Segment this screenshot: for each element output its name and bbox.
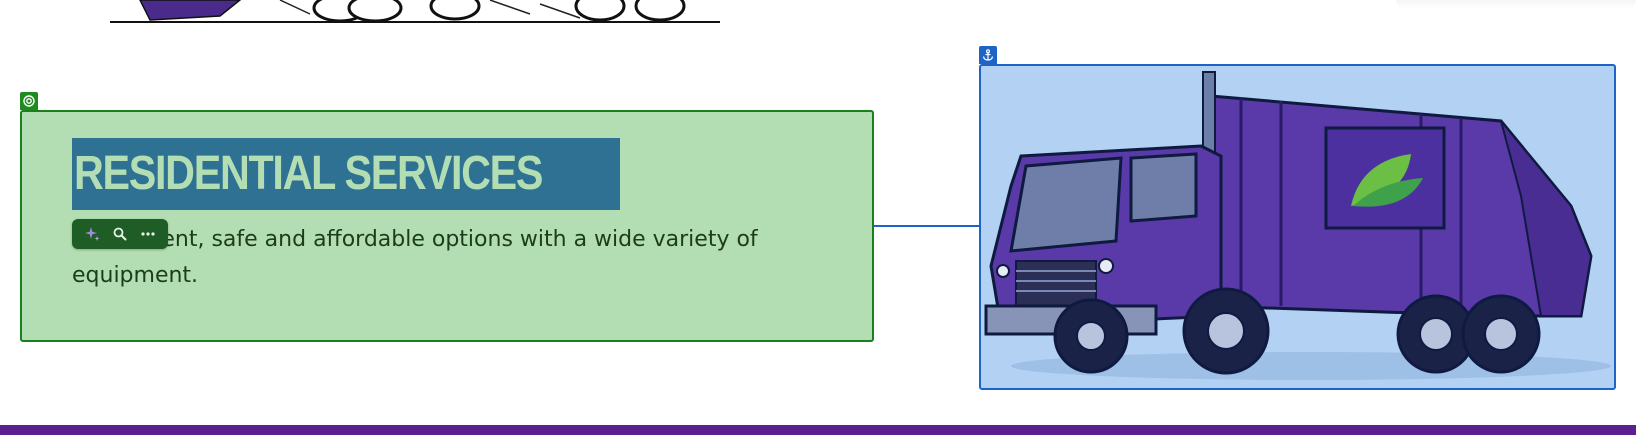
heading-selection[interactable]: RESIDENTIAL SERVICES	[72, 138, 621, 210]
more-icon[interactable]	[137, 223, 159, 245]
search-icon[interactable]	[109, 223, 131, 245]
residential-services-block[interactable]: RESIDENTIAL SERVICES Convenient, safe an…	[20, 110, 874, 342]
top-shadow	[1396, 0, 1636, 10]
section-heading[interactable]: RESIDENTIAL SERVICES	[74, 150, 543, 198]
sparkle-icon[interactable]	[81, 223, 103, 245]
footer-strip	[0, 425, 1636, 435]
floating-toolbar	[72, 219, 168, 249]
truck-sketch-top	[110, 0, 720, 23]
anchor-connector-line	[874, 225, 979, 227]
section-body-text[interactable]: Convenient, safe and affordable options …	[72, 222, 832, 294]
anchor-icon[interactable]	[979, 46, 997, 64]
garbage-truck-image[interactable]	[979, 64, 1616, 390]
garbage-truck-illustration	[984, 71, 1611, 380]
target-icon[interactable]	[20, 92, 38, 110]
